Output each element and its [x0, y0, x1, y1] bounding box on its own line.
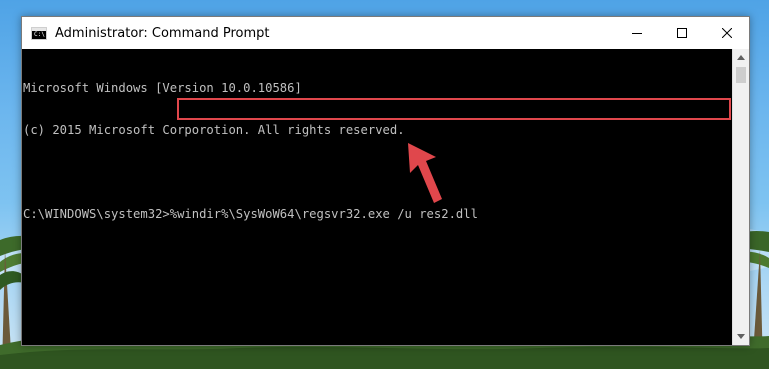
- scrollbar-thumb[interactable]: [736, 67, 746, 83]
- console-command-line[interactable]: C:\WINDOWS\system32>%windir%\SysWoW64\re…: [23, 207, 731, 221]
- console-line-copyright: (c) 2015 Microsoft Corporotion. All righ…: [23, 123, 405, 137]
- scroll-down-icon: [737, 334, 745, 339]
- minimize-icon: [631, 33, 642, 34]
- scroll-down-button[interactable]: [733, 328, 749, 345]
- window-controls: [614, 17, 749, 49]
- scroll-up-icon: [737, 55, 745, 60]
- close-button[interactable]: [704, 17, 749, 49]
- scroll-up-button[interactable]: [733, 49, 749, 66]
- console-output[interactable]: Microsoft Windows [Version 10.0.10586] (…: [22, 49, 731, 345]
- close-icon: [721, 28, 732, 38]
- maximize-icon: [676, 28, 687, 38]
- title-bar[interactable]: C:\ Administrator: Command Prompt: [22, 17, 749, 49]
- command-highlight-box: [177, 98, 731, 120]
- cmd-icon-text: C:\: [34, 30, 45, 38]
- command-prompt-window[interactable]: C:\ Administrator: Command Prompt Micros…: [21, 16, 750, 346]
- console-line-version: Microsoft Windows [Version 10.0.10586]: [23, 81, 302, 95]
- minimize-button[interactable]: [614, 17, 659, 49]
- cmd-icon[interactable]: C:\: [31, 26, 47, 40]
- pointer-arrow-icon: [408, 143, 442, 203]
- window-title: Administrator: Command Prompt: [55, 25, 270, 41]
- vertical-scrollbar[interactable]: [732, 49, 749, 345]
- maximize-button[interactable]: [659, 17, 704, 49]
